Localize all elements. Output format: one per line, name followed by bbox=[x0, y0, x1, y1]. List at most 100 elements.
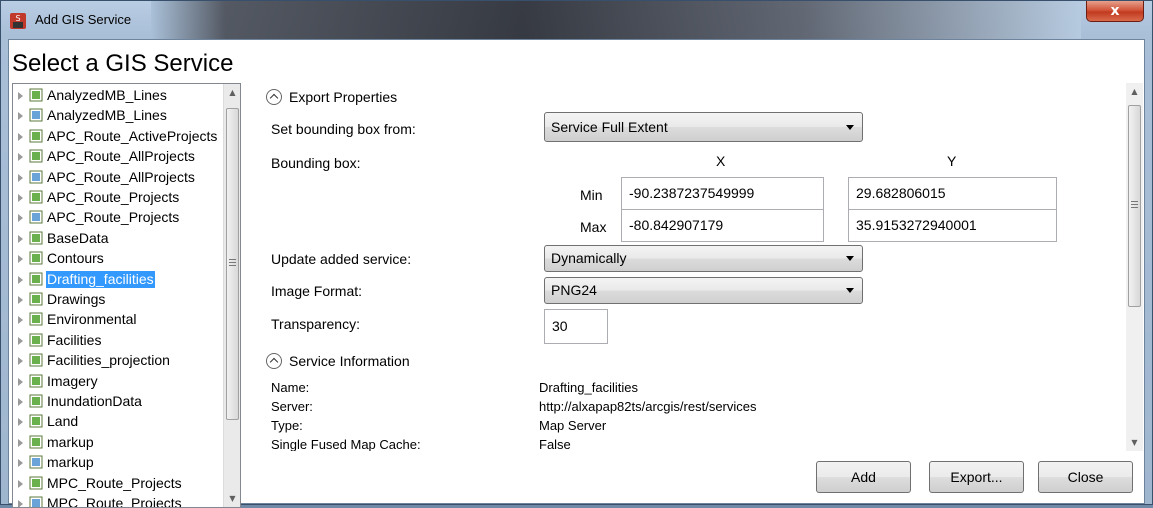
image-format-select[interactable]: PNG24 bbox=[544, 277, 863, 304]
scroll-up-arrow-icon[interactable]: ▲ bbox=[224, 84, 240, 101]
panel-scrollbar[interactable]: ▲ ▼ bbox=[1126, 83, 1143, 451]
expand-triangle-icon[interactable] bbox=[18, 153, 23, 162]
expand-triangle-icon[interactable] bbox=[18, 92, 23, 100]
expand-triangle-icon[interactable] bbox=[18, 398, 23, 406]
bounding-box-label: Bounding box: bbox=[271, 155, 361, 171]
expand-triangle-icon[interactable] bbox=[18, 112, 23, 121]
expand-triangle-icon[interactable] bbox=[18, 255, 23, 264]
transparency-field[interactable]: 30 bbox=[544, 309, 608, 344]
min-y-field[interactable]: 29.682806015 bbox=[848, 177, 1057, 210]
image-format-value: PNG24 bbox=[551, 282, 597, 298]
svg-text:S: S bbox=[15, 14, 20, 23]
green-layer-icon bbox=[29, 149, 43, 163]
tree-item[interactable]: APC_Route_Projects bbox=[13, 208, 223, 228]
expand-triangle-icon[interactable] bbox=[18, 500, 23, 507]
tree-item[interactable]: APC_Route_Projects bbox=[13, 188, 223, 208]
tree-item-label: BaseData bbox=[47, 229, 109, 246]
tree-item[interactable]: InundationData bbox=[13, 392, 223, 412]
close-window-button[interactable]: x bbox=[1086, 1, 1144, 22]
tree-item[interactable]: BaseData bbox=[13, 229, 223, 249]
tree-item[interactable]: Imagery bbox=[13, 372, 223, 392]
title-bar[interactable]: S Add GIS Service x bbox=[1, 1, 1152, 39]
expand-triangle-icon[interactable] bbox=[18, 357, 23, 366]
service-tree[interactable]: MPC_Route_Projects MPC_Route_Projects mark… bbox=[12, 83, 241, 508]
expand-triangle-icon[interactable] bbox=[18, 132, 23, 141]
scroll-down-arrow-icon[interactable]: ▼ bbox=[224, 490, 240, 507]
expand-triangle-icon[interactable] bbox=[18, 418, 23, 427]
globe-layer-icon bbox=[29, 496, 43, 507]
tree-item[interactable]: Drafting_facilities bbox=[13, 270, 223, 290]
tree-item[interactable]: APC_Route_ActiveProjects bbox=[13, 127, 223, 147]
expand-triangle-icon[interactable] bbox=[18, 377, 23, 386]
tree-item-label: AnalyzedMB_Lines bbox=[47, 87, 167, 103]
tree-item-label: AnalyzedMB_Lines bbox=[47, 107, 167, 124]
expand-triangle-icon[interactable] bbox=[18, 438, 23, 447]
name-value: Drafting_facilities bbox=[539, 380, 638, 395]
tree-item[interactable]: markup bbox=[13, 433, 223, 453]
tree-item[interactable]: Contours bbox=[13, 249, 223, 269]
expand-triangle-icon[interactable] bbox=[18, 479, 23, 488]
tree-item-label: Drafting_facilities bbox=[46, 270, 155, 288]
cache-label: Single Fused Map Cache: bbox=[271, 437, 421, 451]
service-information-header[interactable]: Service Information bbox=[266, 353, 410, 369]
export-button[interactable]: Export... bbox=[929, 461, 1024, 493]
max-y-field[interactable]: 35.9153272940001 bbox=[848, 209, 1057, 242]
transparency-label: Transparency: bbox=[271, 316, 360, 332]
green-layer-icon bbox=[29, 333, 43, 347]
min-x-field[interactable]: -90.2387237549999 bbox=[621, 177, 824, 210]
green-layer-icon bbox=[29, 251, 43, 265]
add-gis-service-window: S Add GIS Service x Select a GIS Service… bbox=[0, 0, 1153, 508]
tree-item[interactable]: APC_Route_AllProjects bbox=[13, 168, 223, 188]
page-title: Select a GIS Service bbox=[12, 50, 234, 77]
green-layer-icon bbox=[29, 272, 43, 286]
tree-scroll-thumb[interactable] bbox=[226, 108, 239, 420]
tree-item[interactable]: Facilities bbox=[13, 331, 223, 351]
tree-item[interactable]: AnalyzedMB_Lines bbox=[13, 106, 223, 126]
close-button[interactable]: Close bbox=[1038, 461, 1133, 493]
expand-triangle-icon[interactable] bbox=[18, 275, 23, 284]
green-layer-icon bbox=[29, 190, 43, 204]
y-header: Y bbox=[947, 153, 957, 169]
tree-item[interactable]: markup bbox=[13, 453, 223, 473]
globe-layer-icon bbox=[29, 170, 43, 184]
scroll-down-arrow-icon[interactable]: ▼ bbox=[1126, 434, 1143, 451]
tree-item[interactable]: Land bbox=[13, 412, 223, 432]
tree-item[interactable]: APC_Route_AllProjects bbox=[13, 147, 223, 167]
tree-item[interactable]: Facilities_projection bbox=[13, 351, 223, 371]
export-properties-header[interactable]: Export Properties bbox=[266, 89, 397, 105]
green-layer-icon bbox=[29, 394, 43, 408]
expand-triangle-icon[interactable] bbox=[18, 194, 23, 202]
green-layer-icon bbox=[29, 414, 43, 428]
tree-item[interactable]: Drawings bbox=[13, 290, 223, 310]
tree-item[interactable]: MPC_Route_Projects bbox=[13, 494, 223, 507]
tree-item[interactable]: Environmental bbox=[13, 310, 223, 330]
collapse-chevron-icon[interactable] bbox=[266, 353, 282, 369]
image-format-label: Image Format: bbox=[271, 283, 363, 299]
update-service-select[interactable]: Dynamically bbox=[544, 245, 863, 272]
bbox-from-select[interactable]: Service Full Extent bbox=[544, 112, 863, 142]
expand-triangle-icon[interactable] bbox=[18, 316, 23, 325]
expand-triangle-icon[interactable] bbox=[18, 296, 23, 304]
expand-triangle-icon[interactable] bbox=[18, 173, 23, 182]
expand-triangle-icon[interactable] bbox=[18, 234, 23, 243]
globe-layer-icon bbox=[29, 108, 43, 122]
expand-triangle-icon[interactable] bbox=[18, 336, 23, 345]
panel-scroll-thumb[interactable] bbox=[1128, 105, 1141, 307]
green-layer-icon bbox=[29, 129, 43, 143]
scroll-up-arrow-icon[interactable]: ▲ bbox=[1126, 83, 1143, 100]
expand-triangle-icon[interactable] bbox=[18, 459, 23, 468]
bbox-from-label: Set bounding box from: bbox=[271, 121, 416, 137]
add-button[interactable]: Add bbox=[816, 461, 911, 493]
type-value: Map Server bbox=[539, 418, 607, 433]
tree-item[interactable]: MPC_Route_Projects bbox=[13, 474, 223, 494]
green-layer-icon bbox=[29, 435, 43, 449]
tree-scrollbar[interactable]: ▲ ▼ bbox=[223, 84, 240, 507]
max-x-field[interactable]: -80.842907179 bbox=[621, 209, 824, 242]
tree-item[interactable]: AnalyzedMB_Lines bbox=[13, 86, 223, 106]
tree-item-label: Land bbox=[47, 413, 79, 430]
expand-triangle-icon[interactable] bbox=[18, 214, 23, 223]
tree-item-label: InundationData bbox=[47, 393, 142, 409]
service-info-rows: Name: Drafting_facilities Server: http:/… bbox=[250, 375, 1126, 451]
update-service-value: Dynamically bbox=[551, 250, 627, 266]
collapse-chevron-icon[interactable] bbox=[266, 89, 282, 105]
